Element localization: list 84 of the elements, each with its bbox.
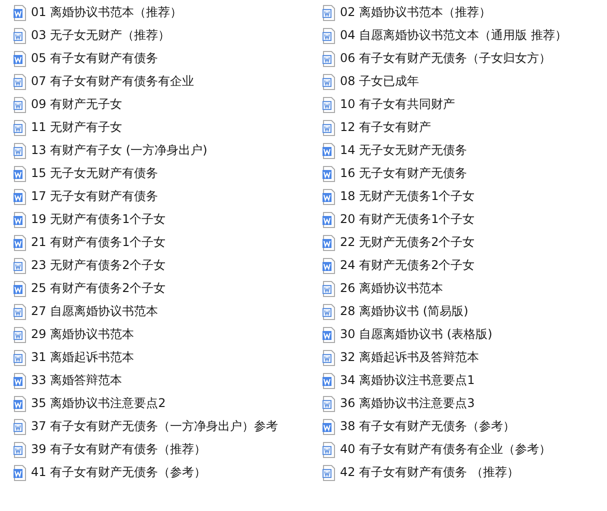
word-document-icon — [13, 142, 27, 158]
word-document-icon — [13, 372, 27, 388]
file-name[interactable]: 33 离婚答辩范本 — [31, 372, 122, 389]
word-document-icon — [322, 418, 336, 434]
word-document-icon — [322, 258, 336, 274]
file-name[interactable]: 25 有财产有债务2个子女 — [31, 280, 166, 297]
word-document-icon — [322, 74, 336, 90]
file-name[interactable]: 32 离婚起诉书及答辩范本 — [340, 349, 480, 366]
file-name[interactable]: 10 有子女有共同财产 — [340, 96, 456, 113]
file-name[interactable]: 41 有子女有财产无债务（参考） — [31, 464, 206, 481]
word-document-icon — [322, 188, 336, 204]
word-document-icon — [322, 326, 336, 342]
word-document-icon — [13, 258, 27, 274]
file-name[interactable]: 27 自愿离婚协议书范本 — [31, 303, 158, 320]
word-document-icon — [322, 142, 336, 158]
file-name[interactable]: 31 离婚起诉书范本 — [31, 349, 134, 366]
file-name[interactable]: 36 离婚协议书注意要点3 — [340, 395, 475, 412]
word-document-icon — [322, 280, 336, 296]
word-document-icon — [322, 464, 336, 480]
word-document-icon — [322, 4, 336, 20]
word-document-icon — [13, 442, 27, 458]
file-name[interactable]: 18 无财产无债务1个子女 — [340, 188, 475, 205]
file-name[interactable]: 34 离婚协议注书意要点1 — [340, 372, 475, 389]
word-document-icon — [13, 50, 27, 66]
file-name[interactable]: 17 无子女有财产有债务 — [31, 188, 158, 205]
word-document-icon — [13, 464, 27, 480]
word-document-icon — [322, 212, 336, 228]
word-document-icon — [322, 166, 336, 182]
word-document-icon — [13, 418, 27, 434]
file-name[interactable]: 19 无财产有债务1个子女 — [31, 211, 166, 228]
file-name[interactable]: 14 无子女无财产无债务 — [340, 142, 468, 159]
word-document-icon — [13, 304, 27, 320]
file-name[interactable]: 24 有财产无债务2个子女 — [340, 257, 475, 274]
file-name[interactable]: 01 离婚协议书范本（推荐） — [31, 4, 182, 21]
file-name[interactable]: 26 离婚协议书范本 — [340, 280, 444, 297]
file-name[interactable]: 38 有子女有财产无债务（参考） — [340, 418, 516, 435]
file-name[interactable]: 22 无财产无债务2个子女 — [340, 234, 475, 251]
file-name[interactable]: 03 无子女无财产（推荐） — [31, 27, 170, 44]
word-document-icon — [322, 396, 336, 412]
word-document-icon — [13, 396, 27, 412]
word-document-icon — [322, 372, 336, 388]
file-name[interactable]: 21 有财产有债务1个子女 — [31, 234, 166, 251]
word-document-icon — [13, 188, 27, 204]
file-name[interactable]: 02 离婚协议书范本（推荐） — [340, 4, 492, 21]
word-document-icon — [322, 120, 336, 136]
file-name[interactable]: 42 有子女有财产有债务 （推荐） — [340, 464, 519, 481]
word-document-icon — [13, 326, 27, 342]
word-document-icon — [13, 4, 27, 20]
file-name[interactable]: 39 有子女有财产有债务（推荐） — [31, 441, 206, 458]
word-document-icon — [322, 50, 336, 66]
file-name[interactable]: 12 有子女有财产 — [340, 119, 432, 136]
file-name[interactable]: 08 子女已成年 — [340, 73, 420, 90]
word-document-icon — [322, 28, 336, 44]
file-name[interactable]: 20 有财产无债务1个子女 — [340, 211, 475, 228]
word-document-icon — [13, 212, 27, 228]
file-name[interactable]: 37 有子女有财产无债务（一方净身出户）参考 — [31, 418, 278, 435]
file-name[interactable]: 40 有子女有财产有债务有企业（参考） — [340, 441, 552, 458]
file-name[interactable]: 04 自愿离婚协议书范文本（通用版 推荐） — [340, 27, 567, 44]
word-document-icon — [13, 120, 27, 136]
word-document-icon — [13, 280, 27, 296]
word-document-icon — [13, 350, 27, 366]
word-document-icon — [322, 96, 336, 112]
word-document-icon — [13, 234, 27, 250]
word-document-icon — [13, 74, 27, 90]
word-document-icon — [322, 442, 336, 458]
word-document-icon — [13, 166, 27, 182]
file-name[interactable]: 35 离婚协议书注意要点2 — [31, 395, 166, 412]
file-name[interactable]: 23 无财产有债务2个子女 — [31, 257, 166, 274]
word-document-icon — [13, 96, 27, 112]
file-name[interactable]: 30 自愿离婚协议书 (表格版) — [340, 326, 492, 343]
word-document-icon — [322, 304, 336, 320]
file-name[interactable]: 28 离婚协议书 (简易版) — [340, 303, 468, 320]
file-name[interactable]: 06 有子女有财产无债务（子女归女方） — [340, 50, 552, 67]
file-name[interactable]: 16 无子女有财产无债务 — [340, 165, 468, 182]
file-name[interactable]: 11 无财产有子女 — [31, 119, 122, 136]
file-name[interactable]: 05 有子女有财产有债务 — [31, 50, 158, 67]
file-name[interactable]: 13 有财产有子女 (一方净身出户) — [31, 142, 208, 159]
file-name[interactable]: 09 有财产无子女 — [31, 96, 122, 113]
file-name[interactable]: 29 离婚协议书范本 — [31, 326, 134, 343]
word-document-icon — [13, 28, 27, 44]
file-name[interactable]: 07 有子女有财产有债务有企业 — [31, 73, 194, 90]
word-document-icon — [322, 350, 336, 366]
file-name[interactable]: 15 无子女无财产有债务 — [31, 165, 158, 182]
word-document-icon — [322, 234, 336, 250]
